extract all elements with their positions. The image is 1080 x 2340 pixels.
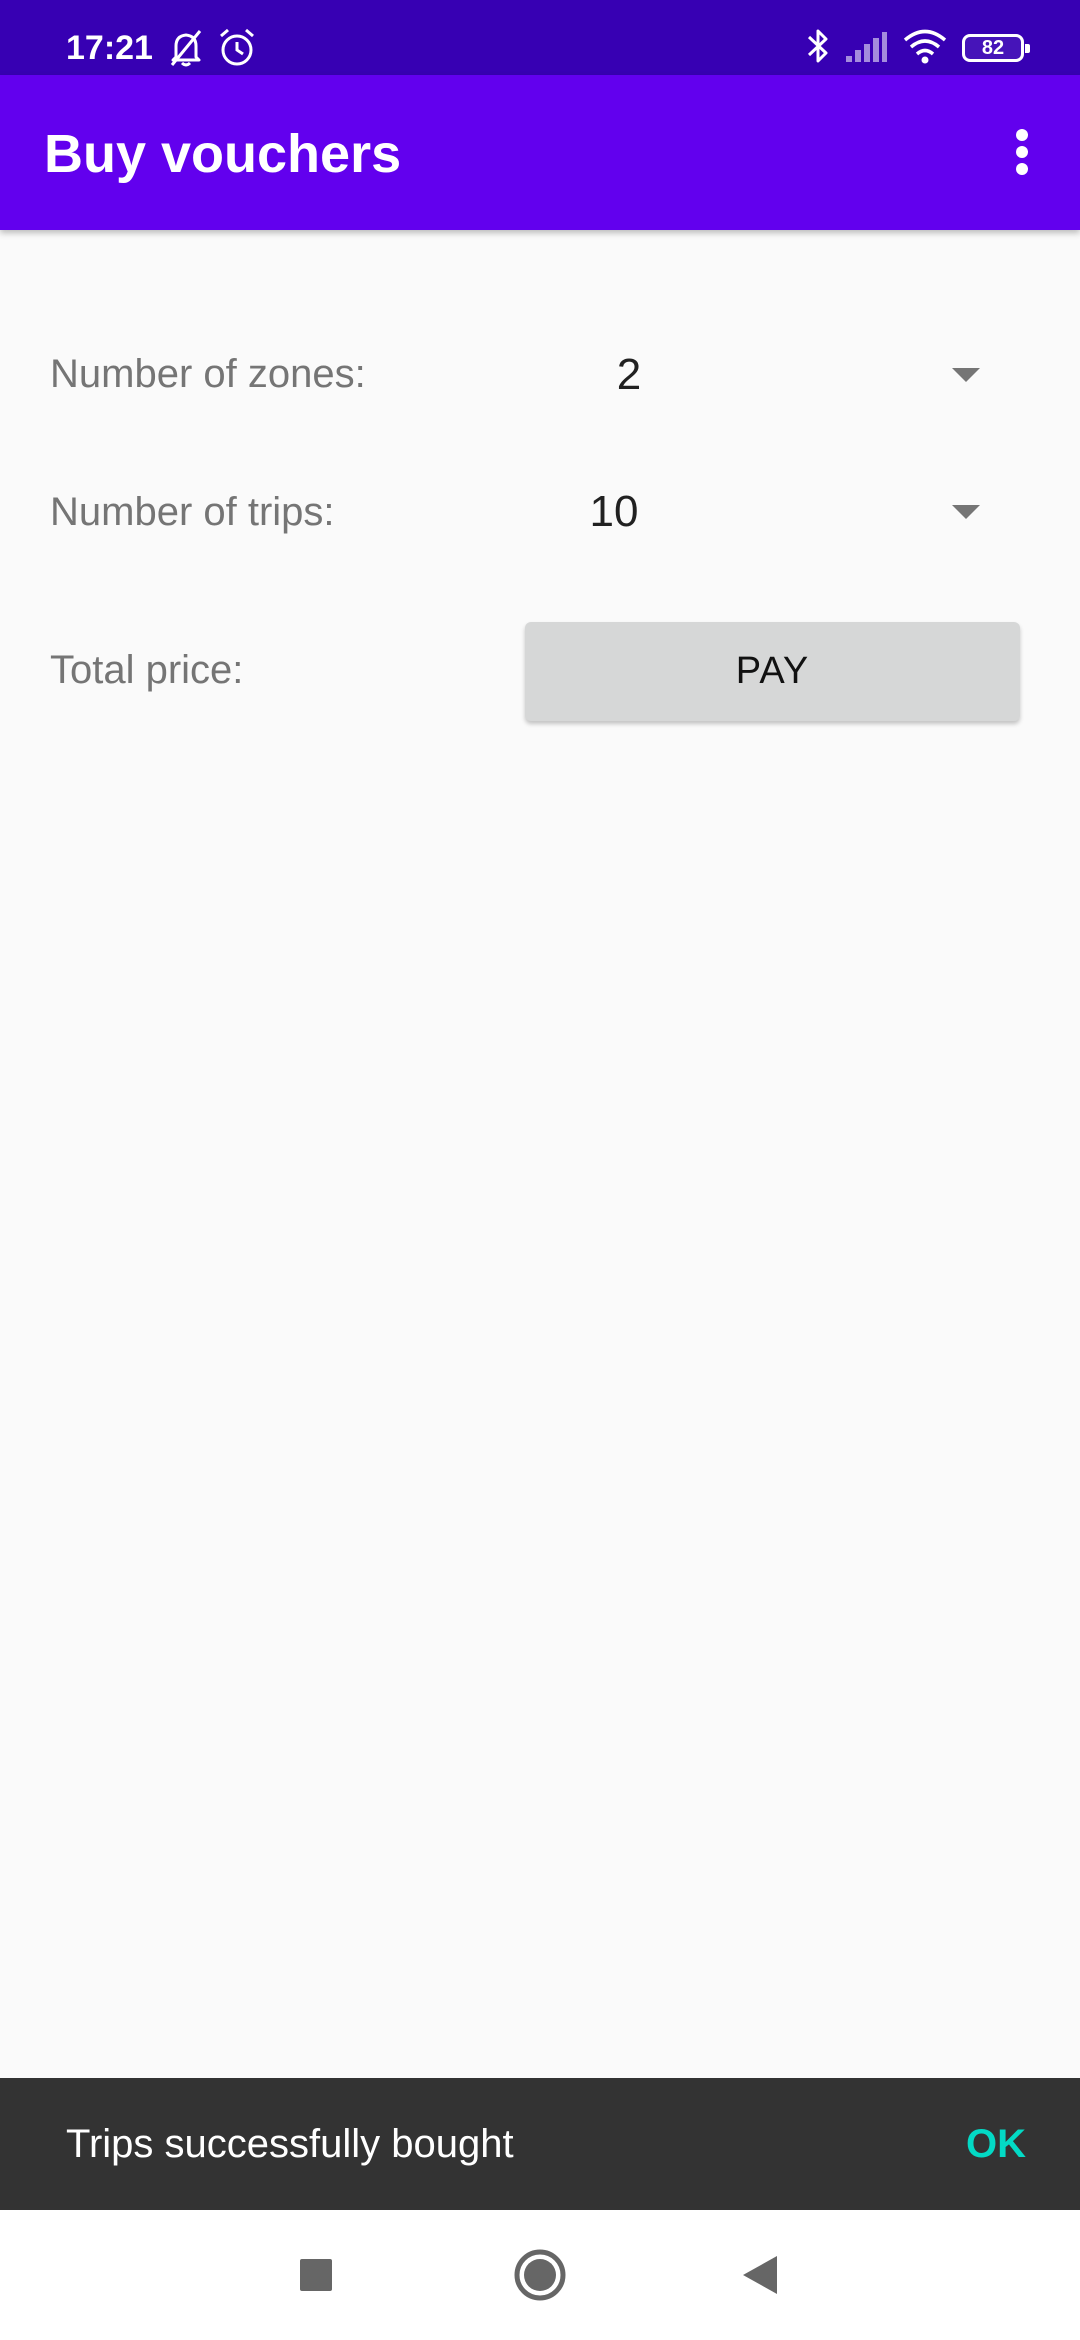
status-bar: 17:21 82 [0,0,1080,75]
wifi-icon [902,26,948,71]
more-vert-icon[interactable] [986,116,1058,188]
status-left-icons [168,28,256,68]
trips-spinner[interactable]: 10 [524,462,1000,562]
battery-icon: 82 [962,34,1030,62]
pay-button[interactable]: PAY [525,622,1020,721]
bluetooth-icon [806,26,830,71]
zones-spinner[interactable]: 2 [524,325,1000,425]
battery-tip [1025,44,1030,53]
snackbar: Trips successfully bought OK [0,2078,1080,2210]
snackbar-ok-button[interactable]: OK [958,2078,1034,2210]
zones-label: Number of zones: [50,352,366,396]
status-time: 17:21 [66,29,153,67]
snackbar-message: Trips successfully bought [66,2122,514,2166]
battery-level: 82 [981,36,1005,59]
trips-value: 10 [589,487,639,536]
zones-value: 2 [616,350,642,399]
page-title: Buy vouchers [44,124,402,184]
navigation-bar [0,2210,1080,2340]
bell-off-icon [168,28,204,68]
alarm-icon [218,28,256,68]
trips-label: Number of trips: [50,490,335,534]
total-price-label: Total price: [50,648,244,692]
home-icon[interactable] [500,2235,580,2315]
status-right-icons: 82 [806,26,1030,71]
recents-icon[interactable] [276,2235,356,2315]
back-icon[interactable] [720,2235,800,2315]
dropdown-arrow-icon [952,368,980,382]
app-bar: Buy vouchers [0,75,1080,230]
dropdown-arrow-icon [952,505,980,519]
signal-icon [844,26,888,71]
